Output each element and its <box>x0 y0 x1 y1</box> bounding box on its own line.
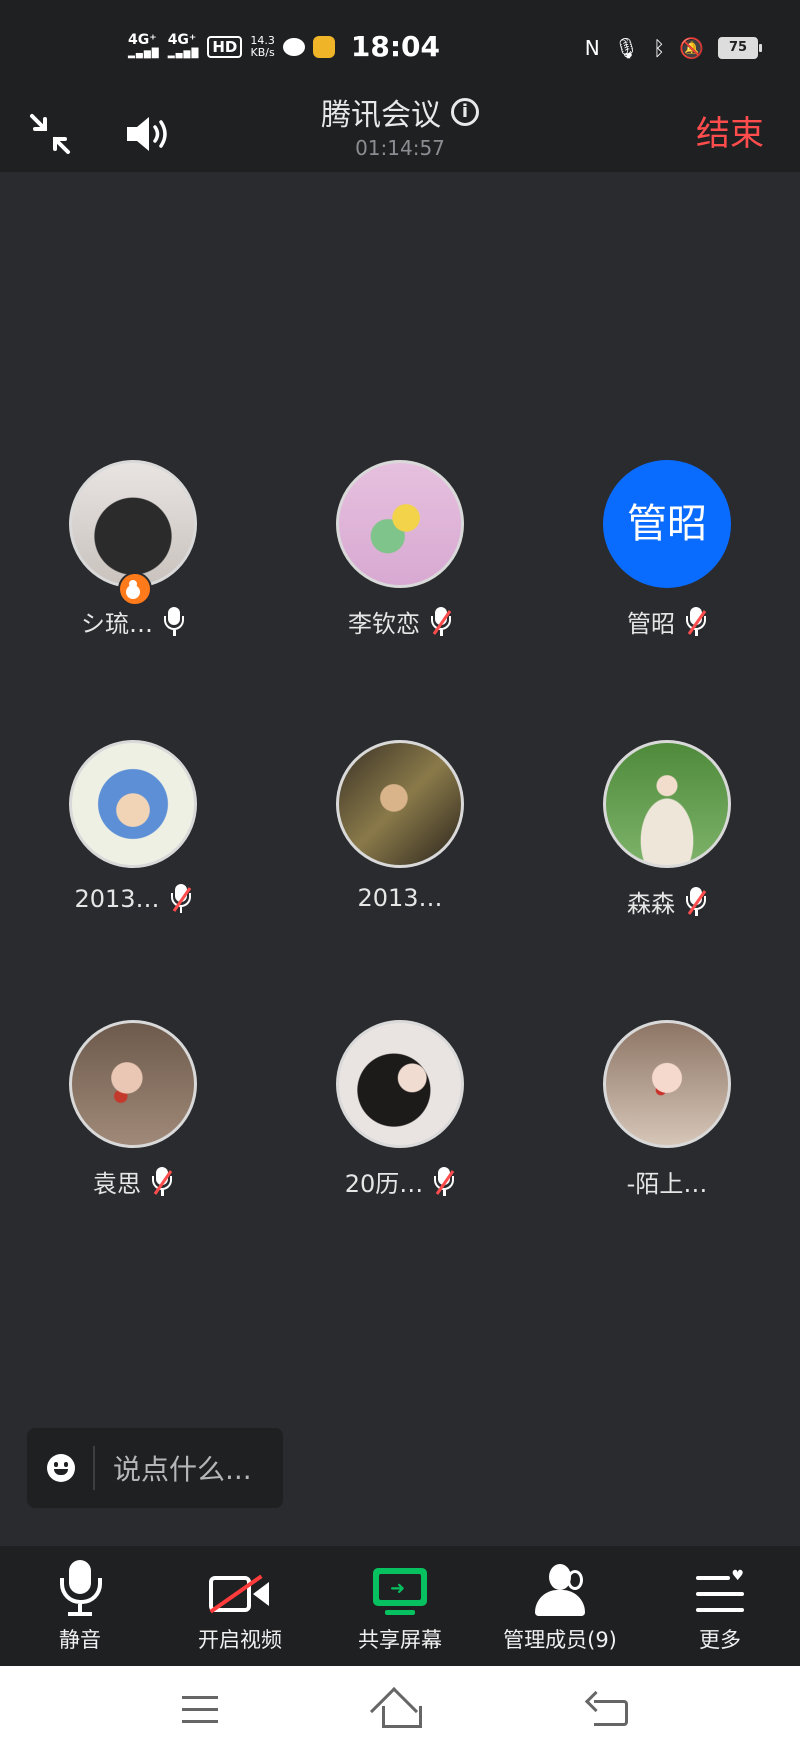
avatar <box>603 740 731 868</box>
participant-name: 2013… <box>357 884 443 912</box>
participant-name: 李钦恋 <box>348 610 420 638</box>
signal-icon: 4G⁺ ▂▄▆█ <box>128 31 160 59</box>
participant-tile[interactable]: 袁思 <box>33 1020 233 1199</box>
mute-label: 静音 <box>59 1628 101 1652</box>
participant-name: シ琉… <box>81 610 153 638</box>
chat-placeholder: 说点什么... <box>113 1453 252 1486</box>
clock: 18:04 <box>350 30 441 63</box>
avatar: 管昭 <box>603 460 731 588</box>
share-screen-icon: ➜ <box>373 1568 427 1616</box>
mute-button[interactable]: 静音 <box>0 1546 160 1666</box>
hd-voice-icon: HD <box>207 35 243 58</box>
avatar <box>69 740 197 868</box>
more-label: 更多 <box>699 1628 741 1652</box>
avatar <box>69 1020 197 1148</box>
microphone-icon <box>163 606 185 637</box>
manage-members-label: 管理成员(9) <box>503 1628 617 1652</box>
participant-tile[interactable]: 20历… <box>300 1020 500 1199</box>
microphone-icon <box>58 1560 102 1616</box>
avatar <box>336 1020 464 1148</box>
microphone-muted-icon <box>685 886 707 917</box>
members-icon <box>529 1564 591 1616</box>
participant-name: 管昭 <box>627 610 675 638</box>
wechat-icon <box>282 37 305 56</box>
microphone-status-icon: 🎙 <box>613 36 640 60</box>
participant-name: 森森 <box>627 890 675 918</box>
app-notification-icon <box>312 35 335 58</box>
meeting-info-button[interactable]: 腾讯会议 i <box>321 90 479 134</box>
avatar <box>603 1020 731 1148</box>
divider <box>93 1446 95 1490</box>
participant-tile[interactable]: 2013… <box>300 740 500 912</box>
bell-muted-icon: 🔕 <box>679 36 704 60</box>
video-button[interactable]: 开启视频 <box>160 1546 320 1666</box>
manage-members-button[interactable]: 管理成员(9) <box>480 1546 640 1666</box>
avatar <box>336 460 464 588</box>
more-button[interactable]: ♥ 更多 <box>640 1546 800 1666</box>
microphone-muted-icon <box>170 884 192 914</box>
participant-tile[interactable]: -陌上… <box>567 1020 767 1199</box>
meeting-toolbar: 静音 开启视频 ➜ 共享屏幕 管理成员(9) ♥ 更多 <box>0 1546 800 1666</box>
chat-input[interactable]: 说点什么... <box>27 1428 283 1508</box>
network-speed: 14.3 KB/s <box>250 33 275 59</box>
share-screen-label: 共享屏幕 <box>358 1628 442 1652</box>
signal-icon-2: 4G⁺ ▂▄▆█ <box>167 31 200 59</box>
menu-icon <box>182 1696 218 1699</box>
info-icon: i <box>451 98 479 126</box>
battery-icon: 75 <box>718 37 762 59</box>
end-meeting-button[interactable]: 结束 <box>696 106 764 155</box>
participant-tile[interactable]: 2013… <box>33 740 233 914</box>
host-badge-icon <box>118 572 152 606</box>
microphone-muted-icon <box>433 1166 455 1197</box>
meeting-duration: 01:14:57 <box>355 136 445 160</box>
microphone-muted-icon <box>430 606 452 637</box>
nfc-icon: N <box>584 36 600 60</box>
share-screen-button[interactable]: ➜ 共享屏幕 <box>320 1546 480 1666</box>
participant-tile[interactable]: 李钦恋 <box>300 460 500 639</box>
more-menu-icon: ♥ <box>696 1568 744 1616</box>
bluetooth-icon: ᛒ <box>653 36 666 60</box>
microphone-muted-icon <box>685 606 707 637</box>
status-bar: 4G⁺ ▂▄▆█ 4G⁺ ▂▄▆█ HD 14.3 KB/s 18:04 N 🎙 ᛒ … <box>0 0 800 96</box>
meeting-header: 腾讯会议 i 01:14:57 结束 <box>0 96 800 172</box>
participant-name: -陌上… <box>626 1170 708 1198</box>
microphone-muted-icon <box>151 1166 173 1197</box>
participant-tile[interactable]: 管昭 管昭 <box>567 460 767 639</box>
avatar <box>69 460 197 588</box>
participant-tile[interactable]: シ琉… <box>33 460 233 639</box>
video-label: 开启视频 <box>198 1628 282 1652</box>
avatar <box>336 740 464 868</box>
participant-name: 2013… <box>74 885 160 913</box>
participant-name: 20历… <box>344 1170 424 1198</box>
system-navigation-bar <box>0 1666 800 1760</box>
home-button[interactable] <box>369 1686 430 1738</box>
participant-name: 袁思 <box>93 1170 141 1198</box>
participant-tile[interactable]: 森森 <box>567 740 767 919</box>
video-off-icon <box>209 1572 271 1616</box>
back-button[interactable] <box>580 1688 640 1738</box>
emoji-icon[interactable] <box>47 1454 75 1482</box>
recent-apps-button[interactable] <box>170 1688 230 1738</box>
meeting-title: 腾讯会议 <box>321 98 441 133</box>
